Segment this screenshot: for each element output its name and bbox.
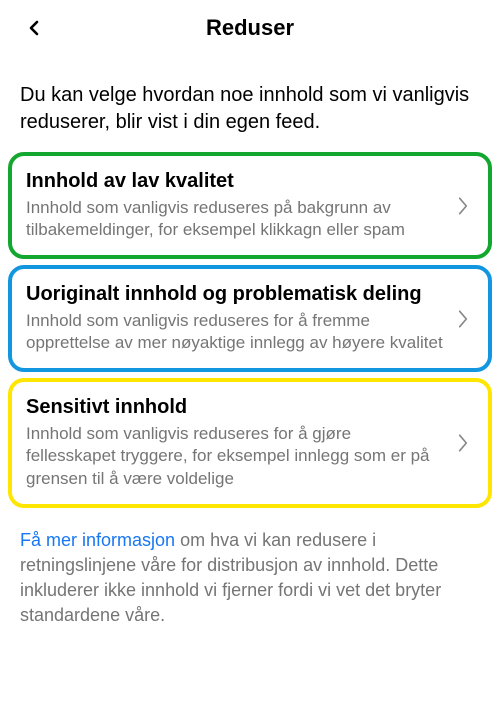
item-text: Sensitivt innhold Innhold som vanligvis …	[26, 396, 452, 489]
items-list: Innhold av lav kvalitet Innhold som vanl…	[0, 152, 500, 508]
item-title: Sensitivt innhold	[26, 396, 444, 419]
footer-text: Få mer informasjon om hva vi kan reduser…	[0, 514, 500, 643]
header: Reduser	[0, 0, 500, 56]
item-title: Uoriginalt innhold og problematisk delin…	[26, 283, 444, 306]
item-unoriginal[interactable]: Uoriginalt innhold og problematisk delin…	[8, 265, 492, 372]
chevron-right-icon	[452, 195, 474, 217]
item-text: Uoriginalt innhold og problematisk delin…	[26, 283, 452, 354]
item-text: Innhold av lav kvalitet Innhold som vanl…	[26, 170, 452, 241]
item-desc: Innhold som vanligvis reduseres for å fr…	[26, 310, 444, 354]
item-title: Innhold av lav kvalitet	[26, 170, 444, 193]
item-sensitive[interactable]: Sensitivt innhold Innhold som vanligvis …	[8, 378, 492, 507]
item-low-quality[interactable]: Innhold av lav kvalitet Innhold som vanl…	[8, 152, 492, 259]
item-desc: Innhold som vanligvis reduseres på bakgr…	[26, 197, 444, 241]
learn-more-link[interactable]: Få mer informasjon	[20, 530, 175, 550]
chevron-right-icon	[452, 432, 474, 454]
item-desc: Innhold som vanligvis reduseres for å gj…	[26, 423, 444, 489]
back-button[interactable]	[20, 14, 48, 42]
intro-text: Du kan velge hvordan noe innhold som vi …	[0, 56, 500, 152]
chevron-right-icon	[452, 308, 474, 330]
page-title: Reduser	[20, 15, 480, 41]
chevron-left-icon	[25, 19, 43, 37]
